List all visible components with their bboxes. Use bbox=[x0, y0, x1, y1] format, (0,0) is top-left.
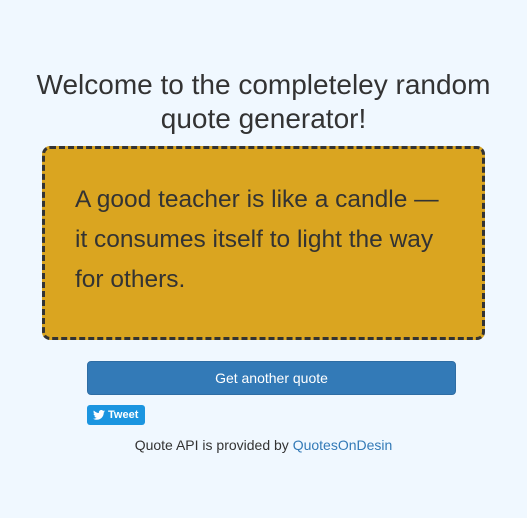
api-attribution: Quote API is provided by QuotesOnDesin bbox=[0, 436, 527, 454]
tweet-button[interactable]: Tweet bbox=[87, 405, 146, 425]
page-title: Welcome to the completeley random quote … bbox=[36, 69, 491, 134]
quote-text: A good teacher is like a candle — it con… bbox=[75, 186, 439, 293]
twitter-bird-icon bbox=[93, 410, 105, 420]
get-another-quote-button[interactable]: Get another quote bbox=[87, 361, 456, 395]
quotesondesign-link[interactable]: QuotesOnDesin bbox=[293, 437, 393, 453]
tweet-label: Tweet bbox=[108, 409, 139, 421]
quote-box: A good teacher is like a candle — it con… bbox=[42, 146, 485, 340]
attribution-text: Quote API is provided by bbox=[134, 437, 289, 453]
